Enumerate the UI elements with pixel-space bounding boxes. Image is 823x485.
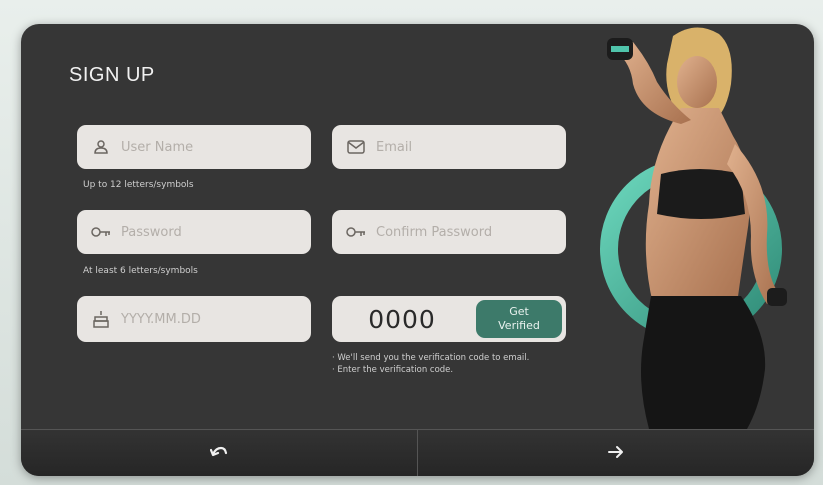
fitness-model-illustration xyxy=(600,27,787,429)
cake-icon xyxy=(91,309,111,329)
password-hint: At least 6 letters/symbols xyxy=(83,266,198,276)
verification-notes: · We'll send you the verification code t… xyxy=(332,352,529,376)
verification-note-2: · Enter the verification code. xyxy=(332,365,454,375)
mail-icon xyxy=(346,137,366,157)
birthdate-input[interactable] xyxy=(121,311,291,327)
verification-code-input[interactable] xyxy=(332,304,472,334)
footer-bar xyxy=(21,429,814,476)
key-icon xyxy=(346,222,366,242)
signup-screen: SIGN UP Up to 12 letters/symbols At leas… xyxy=(21,24,814,476)
next-button[interactable] xyxy=(418,430,814,476)
password-field-wrapper xyxy=(77,210,311,254)
verification-note-1: · We'll send you the verification code t… xyxy=(332,353,530,363)
username-input[interactable] xyxy=(121,139,291,155)
username-field-wrapper xyxy=(77,125,311,169)
key-icon xyxy=(91,222,111,242)
user-icon xyxy=(91,137,111,157)
back-button[interactable] xyxy=(21,430,417,476)
password-input[interactable] xyxy=(121,224,291,240)
right-arrow-icon xyxy=(608,445,624,462)
undo-arrow-icon xyxy=(209,445,228,462)
username-hint: Up to 12 letters/symbols xyxy=(83,180,194,190)
page-title: SIGN UP xyxy=(69,64,155,86)
birthdate-field-wrapper xyxy=(77,296,311,342)
